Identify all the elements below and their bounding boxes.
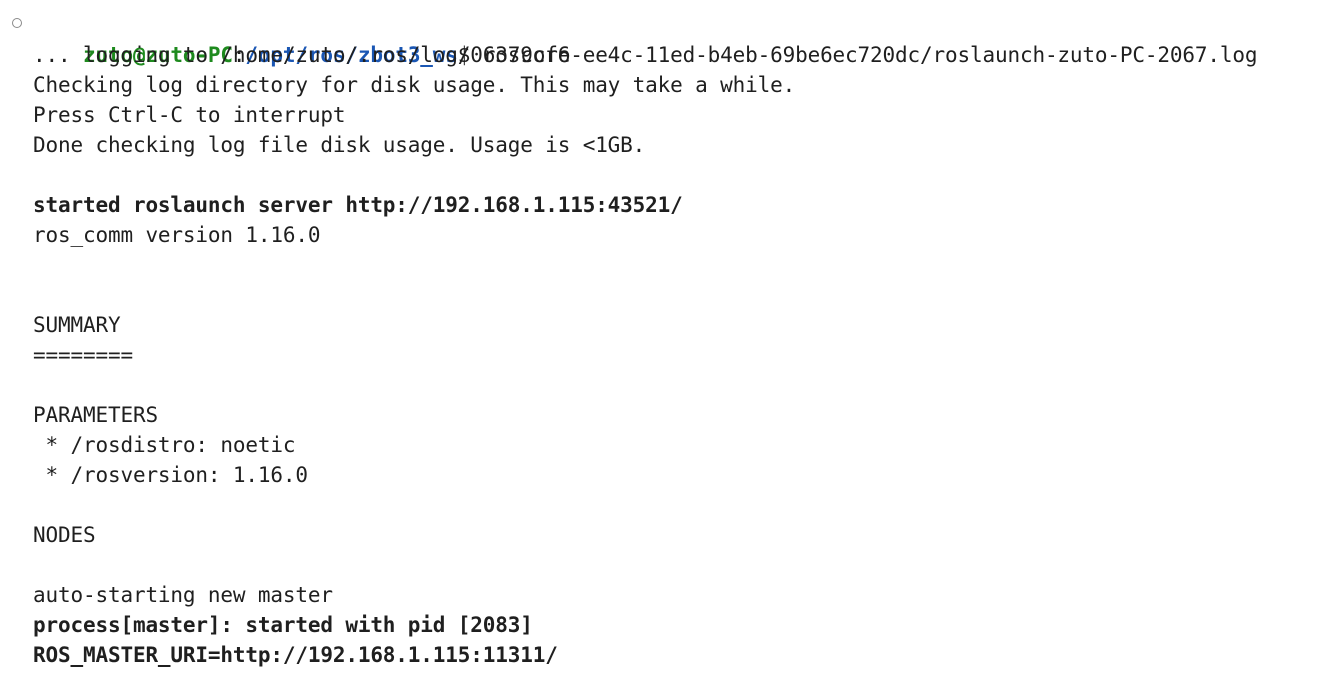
output-line-summary: SUMMARY	[33, 313, 121, 337]
output-line-server: started roslaunch server http://192.168.…	[33, 193, 683, 217]
output-line-parameters: PARAMETERS	[33, 403, 158, 427]
output-line-version: ros_comm version 1.16.0	[33, 223, 321, 247]
output-line-param-rosdistro: * /rosdistro: noetic	[33, 433, 296, 457]
terminal-output[interactable]: zuto@zuto-PC:/opt/ros/zbot3_ws$ roscore …	[0, 10, 1342, 670]
output-line-checking: Checking log directory for disk usage. T…	[33, 73, 796, 97]
output-line-process: process[master]: started with pid [2083]	[33, 613, 533, 637]
prompt-line: zuto@zuto-PC:/opt/ros/zbot3_ws$ roscore	[0, 10, 1342, 67]
output-line-master-uri: ROS_MASTER_URI=http://192.168.1.115:1131…	[33, 643, 558, 667]
output-line-underline: ========	[33, 343, 133, 367]
output-line-auto-start: auto-starting new master	[33, 583, 333, 607]
output-line-log-path: ... logging to /home/zuto/.ros/log/06379…	[33, 43, 1258, 67]
output-line-nodes: NODES	[33, 523, 96, 547]
output-line-done: Done checking log file disk usage. Usage…	[33, 133, 646, 157]
output-line-interrupt: Press Ctrl-C to interrupt	[33, 103, 346, 127]
circle-outline-icon[interactable]	[12, 18, 22, 28]
output-line-param-rosversion: * /rosversion: 1.16.0	[33, 463, 308, 487]
